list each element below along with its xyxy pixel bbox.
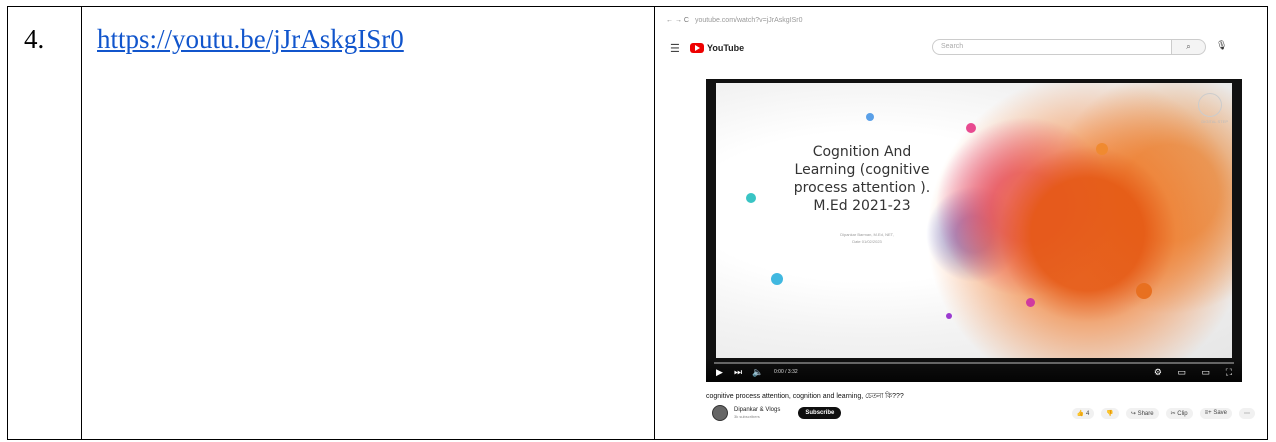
miniplayer-icon: ▭ [1177,367,1186,377]
progress-bar [714,362,1234,364]
youtube-link[interactable]: https://youtu.be/jJrAskgISr0 [97,24,404,55]
watermark-logo-icon [1198,93,1222,117]
embedded-youtube-screenshot: ← → C youtube.com/watch?v=jJrAskgISr0 ☰ … [662,11,1261,435]
youtube-play-icon [690,43,704,53]
back-forward-icon: ← → C [666,16,689,24]
share-button: ↪ Share [1125,408,1159,419]
youtube-logo: YouTube [690,43,744,53]
like-button: 👍 4 [1071,408,1095,419]
watermark-text: DIGITAL STEP [1201,119,1228,124]
link-cell: https://youtu.be/jJrAskgISr0 [82,7,655,439]
search-input: Search [932,39,1172,55]
video-player: Cognition And Learning (cognitive proces… [706,79,1242,382]
video-controls: ▶ ⏭ 🔈 0:00 / 3:32 ⚙ ▭ ▭ ⛶ [706,358,1242,382]
index-cell: 4. [8,7,82,439]
youtube-logo-text: YouTube [707,43,745,53]
video-actions: 👍 4 👎 ↪ Share ✂ Clip ≡+ Save ⋯ [1071,408,1255,419]
paint-dot [1026,298,1035,307]
paint-dot [966,123,976,133]
row-number: 4. [24,24,45,54]
next-icon: ⏭ [734,367,743,377]
paint-dot [746,193,756,203]
content-table: 4. https://youtu.be/jJrAskgISr0 ← → C yo… [7,6,1268,440]
video-title: cognitive process attention, cognition a… [706,393,904,400]
more-button: ⋯ [1239,408,1255,419]
youtube-header: ☰ YouTube Search ⌕ 🎙 [662,37,1261,61]
save-button: ≡+ Save [1199,408,1232,419]
play-icon: ▶ [716,367,723,377]
slide-title: Cognition And Learning (cognitive proces… [793,144,931,214]
screenshot-cell: ← → C youtube.com/watch?v=jJrAskgISr0 ☰ … [655,7,1267,439]
channel-row: Dipankar & Vlogs 3k subscribers Subscrib… [712,405,842,421]
paint-dot [946,313,952,319]
menu-icon: ☰ [670,43,680,55]
settings-icon: ⚙ [1153,367,1162,377]
search-icon: ⌕ [1172,39,1206,55]
mic-icon: 🎙 [1216,40,1228,50]
browser-address-bar: ← → C youtube.com/watch?v=jJrAskgISr0 [662,11,1261,29]
video-time: 0:00 / 3:32 [774,369,798,375]
clip-button: ✂ Clip [1165,408,1193,419]
channel-name: Dipankar & Vlogs [734,407,781,413]
paint-dot [866,113,874,121]
paint-dot [1136,283,1152,299]
video-frame: Cognition And Learning (cognitive proces… [716,83,1232,358]
subscribe-button: Subscribe [798,407,842,419]
browser-url: youtube.com/watch?v=jJrAskgISr0 [694,16,803,24]
fullscreen-icon: ⛶ [1225,367,1232,377]
volume-icon: 🔈 [752,367,764,377]
channel-subscribers: 3k subscribers [734,414,760,419]
slide-presenter: Dipankar Barman, M.Ed, NET, Date 01/02/2… [840,232,894,244]
paint-dot [1096,143,1108,155]
paint-dot [771,273,783,285]
dislike-button: 👎 [1101,408,1119,419]
channel-avatar [712,405,728,421]
theater-icon: ▭ [1201,367,1210,377]
